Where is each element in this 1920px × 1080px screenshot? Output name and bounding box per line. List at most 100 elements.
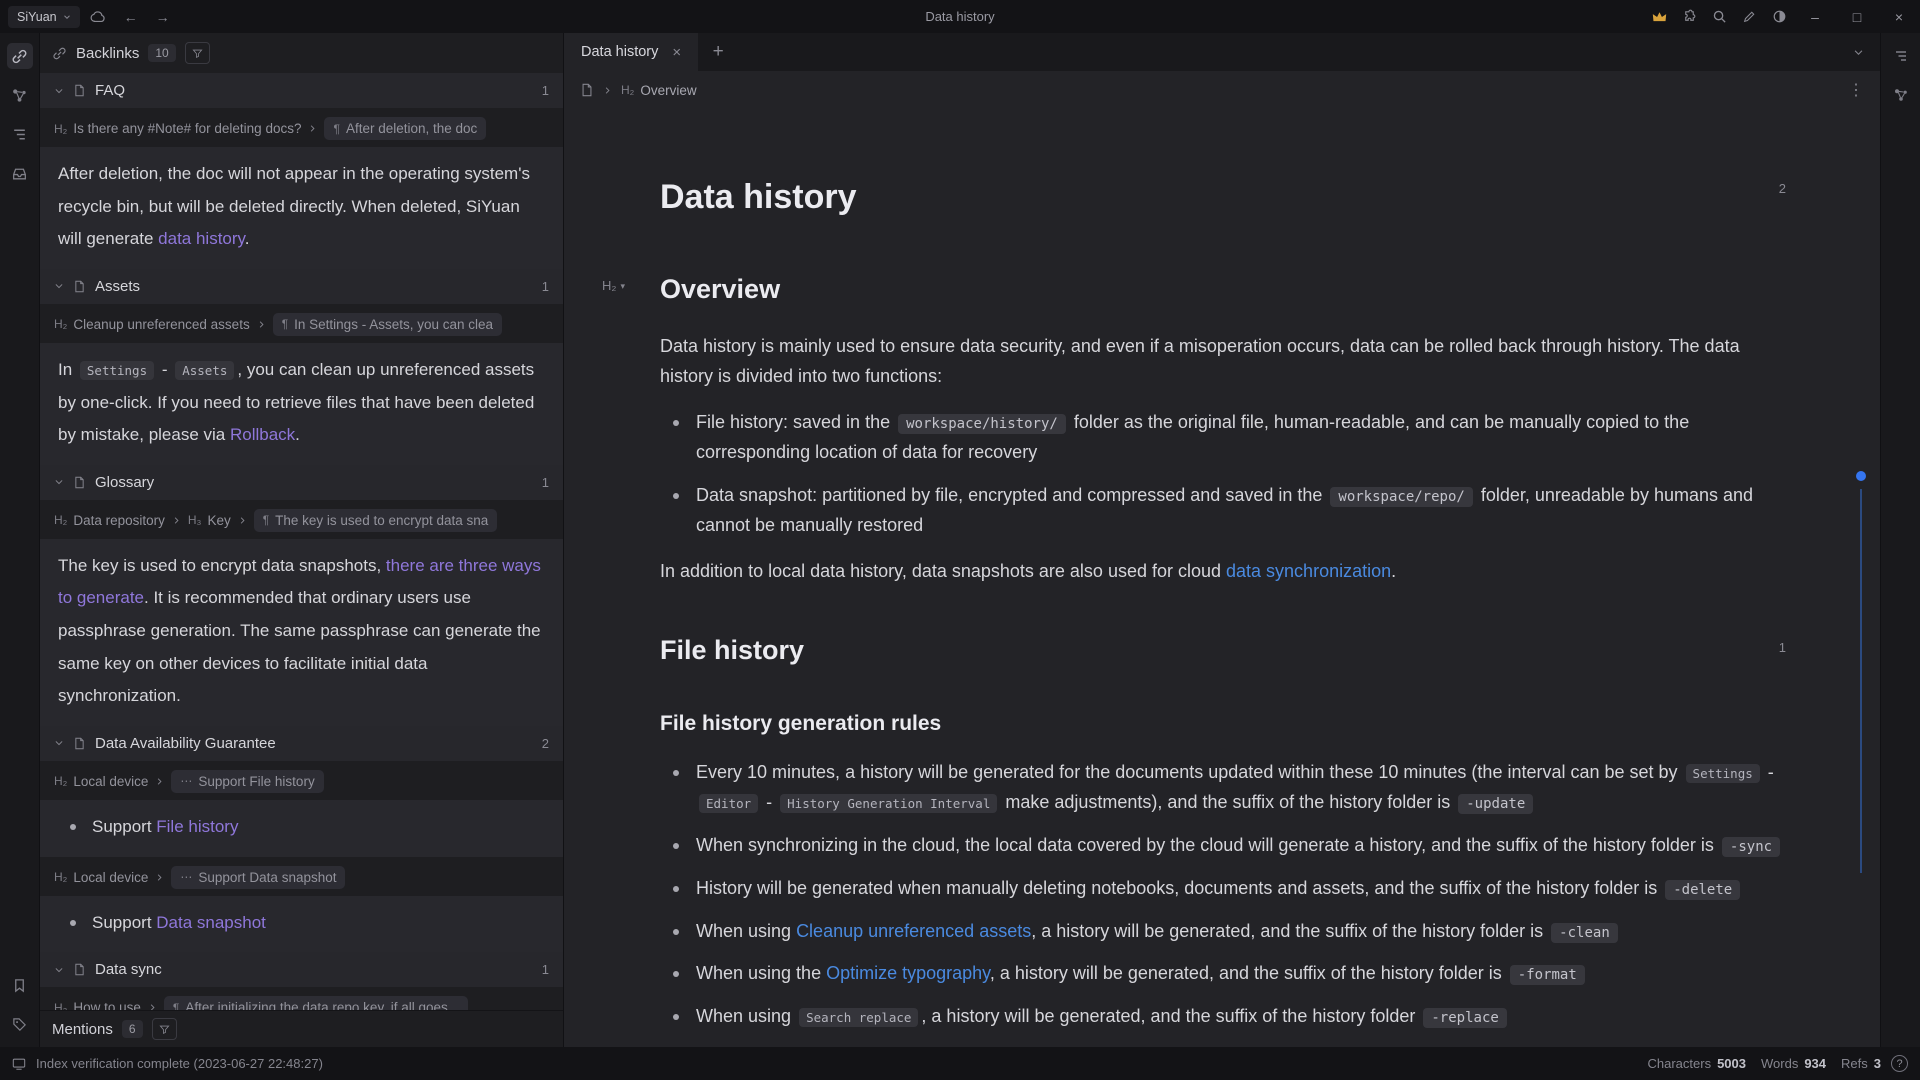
filter-icon[interactable] <box>185 42 210 64</box>
collapse-arrow-icon[interactable]: ▾ <box>620 279 625 294</box>
list-item[interactable]: When using the Optimize typography, a hi… <box>660 959 1784 989</box>
titlebar-left: SiYuan ← → <box>0 5 176 29</box>
help-icon[interactable]: ? <box>1891 1055 1908 1072</box>
tag-dock-icon[interactable] <box>7 1011 33 1037</box>
block-type-tag: ¶ <box>263 513 269 527</box>
list-item[interactable]: File history: saved in the workspace/his… <box>660 408 1784 468</box>
breadcrumb-item[interactable]: H₃Key <box>188 513 231 528</box>
maximize-button[interactable]: □ <box>1836 0 1878 33</box>
heading-gutter[interactable]: H₂▾ <box>602 275 625 297</box>
heading[interactable]: File history generation rules <box>660 707 1784 742</box>
titlebar-right: – □ × <box>1644 0 1920 33</box>
scrollbar-thumb[interactable] <box>1856 471 1866 481</box>
backlink-breadcrumb[interactable]: H₂Is there any #Note# for deleting docs?… <box>40 108 563 147</box>
backlink-breadcrumb[interactable]: H₂Local device ⋯Support Data snapshot <box>40 857 563 896</box>
back-icon[interactable]: ← <box>118 5 144 29</box>
breadcrumb-item[interactable]: ¶The key is used to encrypt data sna <box>254 509 498 532</box>
theme-icon[interactable] <box>1764 5 1794 29</box>
backlink-content[interactable]: In Settings - Assets, you can clean up u… <box>40 343 563 465</box>
block-ref-link[interactable]: Data snapshot <box>156 913 266 932</box>
edit-icon[interactable] <box>1734 5 1764 29</box>
app-menu-button[interactable]: SiYuan <box>8 6 80 28</box>
backlink-content[interactable]: Support Data snapshot <box>40 896 563 953</box>
search-icon[interactable] <box>1704 5 1734 29</box>
tab-close-icon[interactable]: × <box>672 44 681 61</box>
scrollbar-track[interactable] <box>1860 489 1862 873</box>
bookmark-dock-icon[interactable] <box>7 972 33 998</box>
minimize-button[interactable]: – <box>1794 0 1836 33</box>
list-item[interactable]: When using Cleanup unreferenced assets, … <box>660 917 1784 947</box>
text-link[interactable]: Optimize typography <box>826 963 990 983</box>
backlink-section: Assets1 H₂Cleanup unreferenced assets ¶In … <box>40 269 563 465</box>
graph-dock-icon[interactable] <box>7 82 33 108</box>
block-ref-link[interactable]: there are three ways to generate <box>58 556 541 608</box>
breadcrumb-item[interactable]: H₂Local device <box>54 774 148 789</box>
paragraph[interactable]: Data history is mainly used to ensure da… <box>660 332 1784 392</box>
plugin-icon[interactable] <box>1674 5 1704 29</box>
chevron-right-icon <box>148 1003 157 1010</box>
breadcrumb-item[interactable]: ⋯Support File history <box>171 770 323 793</box>
list-item[interactable]: Data snapshot: partitioned by file, encr… <box>660 481 1784 541</box>
editor-scroll-area[interactable]: Data history2 H₂▾Overview Data history is … <box>564 109 1880 1047</box>
backlink-content[interactable]: The key is used to encrypt data snapshot… <box>40 539 563 726</box>
section-header[interactable]: Assets1 <box>40 269 563 304</box>
text-link[interactable]: Cleanup unreferenced assets <box>796 921 1031 941</box>
close-button[interactable]: × <box>1878 0 1920 33</box>
mentions-filter-icon[interactable] <box>152 1018 177 1040</box>
breadcrumb-item[interactable]: H₂How to use <box>54 1000 141 1010</box>
more-icon[interactable]: ⋮ <box>1848 80 1864 100</box>
ref-count-badge[interactable]: 1 <box>1779 637 1786 659</box>
tab-menu-chevron-icon[interactable] <box>1837 33 1880 71</box>
backlink-section: Data sync1 H₂How to use ¶After initializin… <box>40 952 563 1010</box>
backlink-breadcrumb[interactable]: H₂Cleanup unreferenced assets ¶In Setting… <box>40 304 563 343</box>
block-ref-link[interactable]: Rollback <box>230 425 295 444</box>
section-header[interactable]: Data sync1 <box>40 952 563 987</box>
section-header[interactable]: Glossary1 <box>40 465 563 500</box>
right-outline-dock-icon[interactable] <box>1888 43 1914 69</box>
breadcrumb-item[interactable]: ¶After initializing the data repo key, i… <box>164 996 468 1010</box>
cloud-sync-icon[interactable] <box>86 5 112 29</box>
breadcrumb-item[interactable]: H₂Is there any #Note# for deleting docs? <box>54 121 301 136</box>
list-item[interactable]: Every 10 minutes, a history will be gene… <box>660 758 1784 818</box>
tab-data-history[interactable]: Data history × <box>564 33 698 71</box>
inline-code: -format <box>1510 965 1585 985</box>
breadcrumb-item[interactable]: ⋯Support Data snapshot <box>171 866 345 889</box>
text-link[interactable]: data synchronization <box>1226 561 1391 581</box>
paragraph[interactable]: In addition to local data history, data … <box>660 557 1784 587</box>
tab-label: Data history <box>581 44 658 60</box>
section-header[interactable]: Data Availability Guarantee2 <box>40 726 563 761</box>
backlink-breadcrumb[interactable]: H₂Local device ⋯Support File history <box>40 761 563 800</box>
breadcrumb-item[interactable]: H₂Cleanup unreferenced assets <box>54 317 250 332</box>
backlinks-dock-icon[interactable] <box>7 43 33 69</box>
heading[interactable]: H₂▾Overview <box>660 267 1784 312</box>
list-item[interactable]: When synchronizing in the cloud, the loc… <box>660 831 1784 861</box>
heading[interactable]: Data history2 <box>660 169 1784 225</box>
document-counters: Characters5003Words934Refs3 <box>1648 1056 1882 1071</box>
new-tab-button[interactable]: + <box>698 33 738 71</box>
right-graph-dock-icon[interactable] <box>1888 82 1914 108</box>
breadcrumb-item[interactable]: H₂Data repository <box>54 513 165 528</box>
backlink-content[interactable]: Support File history <box>40 800 563 857</box>
crown-icon[interactable] <box>1644 5 1674 29</box>
list-item[interactable]: When using Search replace, a history wil… <box>660 1002 1784 1032</box>
breadcrumb-item[interactable]: H₂Local device <box>54 870 148 885</box>
block-type-tag: ¶ <box>173 1001 179 1010</box>
mentions-bar[interactable]: Mentions 6 <box>40 1010 563 1047</box>
backlink-content[interactable]: After deletion, the doc will not appear … <box>40 147 563 269</box>
breadcrumb-item[interactable]: ¶In Settings - Assets, you can clea <box>273 313 502 336</box>
inbox-dock-icon[interactable] <box>7 160 33 186</box>
document-icon[interactable] <box>580 83 594 97</box>
backlink-breadcrumb[interactable]: H₂Data repository H₃Key ¶The key is used t… <box>40 500 563 539</box>
breadcrumb-item-overview[interactable]: H₂ Overview <box>621 83 697 98</box>
outline-dock-icon[interactable] <box>7 121 33 147</box>
backlink-breadcrumb[interactable]: H₂How to use ¶After initializing the data… <box>40 987 563 1010</box>
breadcrumb-item[interactable]: ¶After deletion, the doc <box>324 117 486 140</box>
block-ref-link[interactable]: data history <box>158 229 245 248</box>
section-header[interactable]: FAQ1 <box>40 73 563 108</box>
list-item[interactable]: History will be generated when manually … <box>660 874 1784 904</box>
block-ref-link[interactable]: File history <box>156 817 238 836</box>
document-icon <box>73 476 86 489</box>
forward-icon[interactable]: → <box>150 5 176 29</box>
ref-count-badge[interactable]: 2 <box>1779 178 1786 200</box>
heading[interactable]: File history1 <box>660 628 1784 673</box>
